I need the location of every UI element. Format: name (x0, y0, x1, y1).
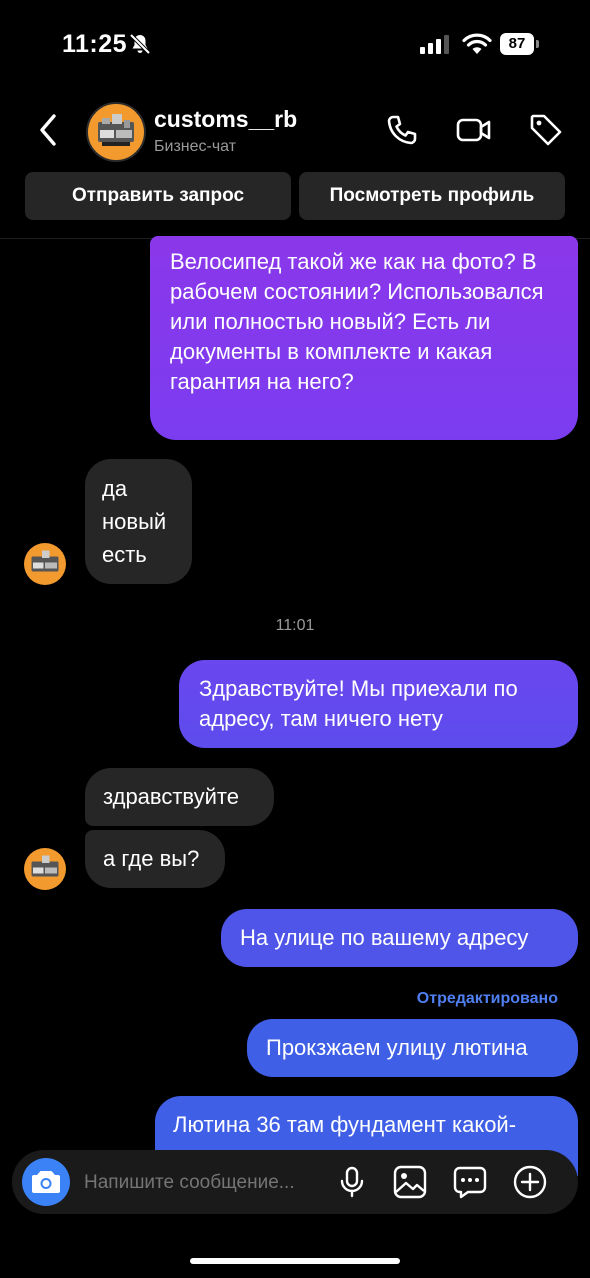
sender-avatar[interactable] (24, 543, 66, 585)
contact-name[interactable]: customs__rb (154, 106, 297, 133)
message-line: есть (102, 542, 147, 567)
message-composer (12, 1150, 578, 1214)
message-line: новый (102, 509, 167, 534)
plus-icon[interactable] (512, 1164, 548, 1200)
status-bar: 11:25 87 (0, 0, 590, 90)
message-input[interactable] (84, 1170, 324, 1196)
view-profile-button[interactable]: Посмотреть профиль (299, 172, 565, 220)
signal-icon (420, 35, 449, 54)
tag-icon[interactable] (528, 112, 564, 148)
camera-icon (32, 1171, 60, 1193)
contact-subtitle: Бизнес-чат (154, 138, 237, 155)
message-timestamp: 11:01 (275, 617, 315, 634)
message-incoming[interactable]: а где вы? (85, 830, 225, 888)
message-incoming[interactable]: да новый есть (85, 459, 192, 584)
edited-label: Отредактировано (416, 990, 558, 1007)
message-outgoing[interactable]: Здравствуйте! Мы приехали по адресу, там… (179, 660, 578, 748)
message-outgoing[interactable]: Велосипед такой же как на фото? В рабоче… (150, 236, 578, 440)
sender-avatar[interactable] (24, 848, 66, 890)
message-outgoing[interactable]: Прокзжаем улицу лютина (247, 1019, 578, 1077)
sticker-icon[interactable] (452, 1164, 488, 1200)
battery-icon: 87 (500, 33, 539, 55)
message-line: да (102, 476, 128, 501)
wifi-icon (462, 33, 492, 54)
gallery-icon[interactable] (392, 1164, 428, 1200)
home-indicator[interactable] (190, 1258, 400, 1264)
status-time: 11:25 (62, 30, 128, 58)
camera-button[interactable] (22, 1158, 70, 1206)
message-incoming[interactable]: здравствуйте (85, 768, 274, 826)
phone-icon[interactable] (384, 112, 420, 148)
message-outgoing[interactable]: На улице по вашему адресу (221, 909, 578, 967)
microphone-icon[interactable] (334, 1164, 370, 1200)
send-request-button[interactable]: Отправить запрос (25, 172, 291, 220)
video-icon[interactable] (456, 112, 492, 148)
battery-level: 87 (500, 33, 534, 55)
chat-header: customs__rb Бизнес-чат Отправить запрос … (0, 90, 590, 240)
contact-avatar[interactable] (86, 102, 146, 162)
chevron-left-icon[interactable] (34, 110, 62, 150)
bell-muted-icon (129, 33, 151, 55)
